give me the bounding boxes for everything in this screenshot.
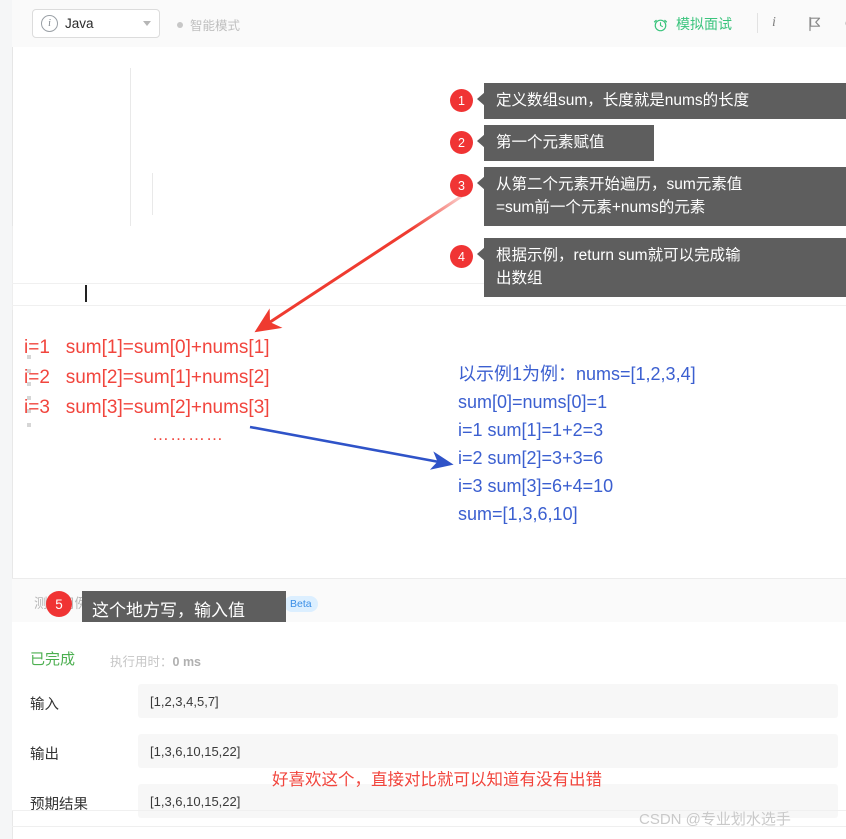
annotation-badge-5: 5 — [46, 591, 72, 617]
smart-mode-label: 智能模式 — [190, 19, 241, 33]
annotation-badge-2: 2 — [450, 131, 473, 154]
annotation-tooltip-4: 根据示例，return sum就可以完成输 出数组 — [477, 238, 846, 297]
mock-interview-button[interactable]: 模拟面试 — [653, 14, 732, 34]
bottom-rule — [12, 826, 846, 827]
editor-toolbar: i Java 智能模式 模拟面试 i — [12, 0, 846, 48]
toolbar-divider — [757, 13, 758, 33]
indent-guide — [152, 173, 153, 215]
info-italic-icon[interactable]: i — [772, 15, 776, 31]
status-badge: 已完成 — [30, 651, 76, 668]
language-select-value: Java — [65, 16, 94, 31]
row-label-input: 输入 — [30, 697, 59, 713]
fold-guide — [12, 47, 13, 226]
info-circle-icon: i — [41, 15, 58, 32]
note-blue-example: 以示例1为例：nums=[1,2,3,4] sum[0]=nums[0]=1 i… — [458, 364, 696, 524]
annotation-tooltip-3: 从第二个元素开始遍历，sum元素值 =sum前一个元素+nums的元素 — [477, 167, 846, 226]
annotation-badge-4: 4 — [450, 245, 473, 268]
runtime-text: 执行用时： — [110, 655, 173, 669]
runtime-label: 执行用时：0 ms — [110, 651, 201, 670]
blue-arrow — [249, 425, 454, 470]
note-ellipsis: ………… — [152, 425, 224, 444]
alarm-clock-icon — [653, 17, 668, 32]
text-caret — [85, 285, 87, 302]
mock-interview-label: 模拟面试 — [676, 16, 732, 32]
annotation-badge-1: 1 — [450, 89, 473, 112]
language-select[interactable]: i Java — [32, 9, 160, 38]
flag-icon[interactable] — [808, 16, 822, 37]
note-red-bottom: 好喜欢这个，直接对比就可以知道有没有出错 — [272, 771, 602, 789]
annotation-tooltip-2: 第一个元素赋值 — [477, 125, 654, 161]
runtime-value: 0 ms — [172, 655, 202, 669]
row-label-output: 输出 — [30, 747, 59, 763]
chevron-down-icon — [143, 21, 151, 26]
annotation-tooltip-1: 定义数组sum，长度就是nums的长度 — [477, 83, 846, 119]
indent-guide — [130, 68, 131, 226]
smart-mode-toggle[interactable]: 智能模式 — [177, 15, 240, 34]
row-value-output: [1,3,6,10,15,22] — [138, 734, 838, 768]
annotation-badge-3: 3 — [450, 174, 473, 197]
handle-dot — [27, 422, 31, 427]
row-value-input[interactable]: [1,2,3,4,5,7] — [138, 684, 838, 718]
status-dot-icon — [177, 21, 183, 28]
note-red-iterations: i=1 sum[1]=sum[0]+nums[1] i=2 sum[2]=sum… — [24, 337, 270, 418]
beta-badge: Beta — [284, 596, 318, 612]
